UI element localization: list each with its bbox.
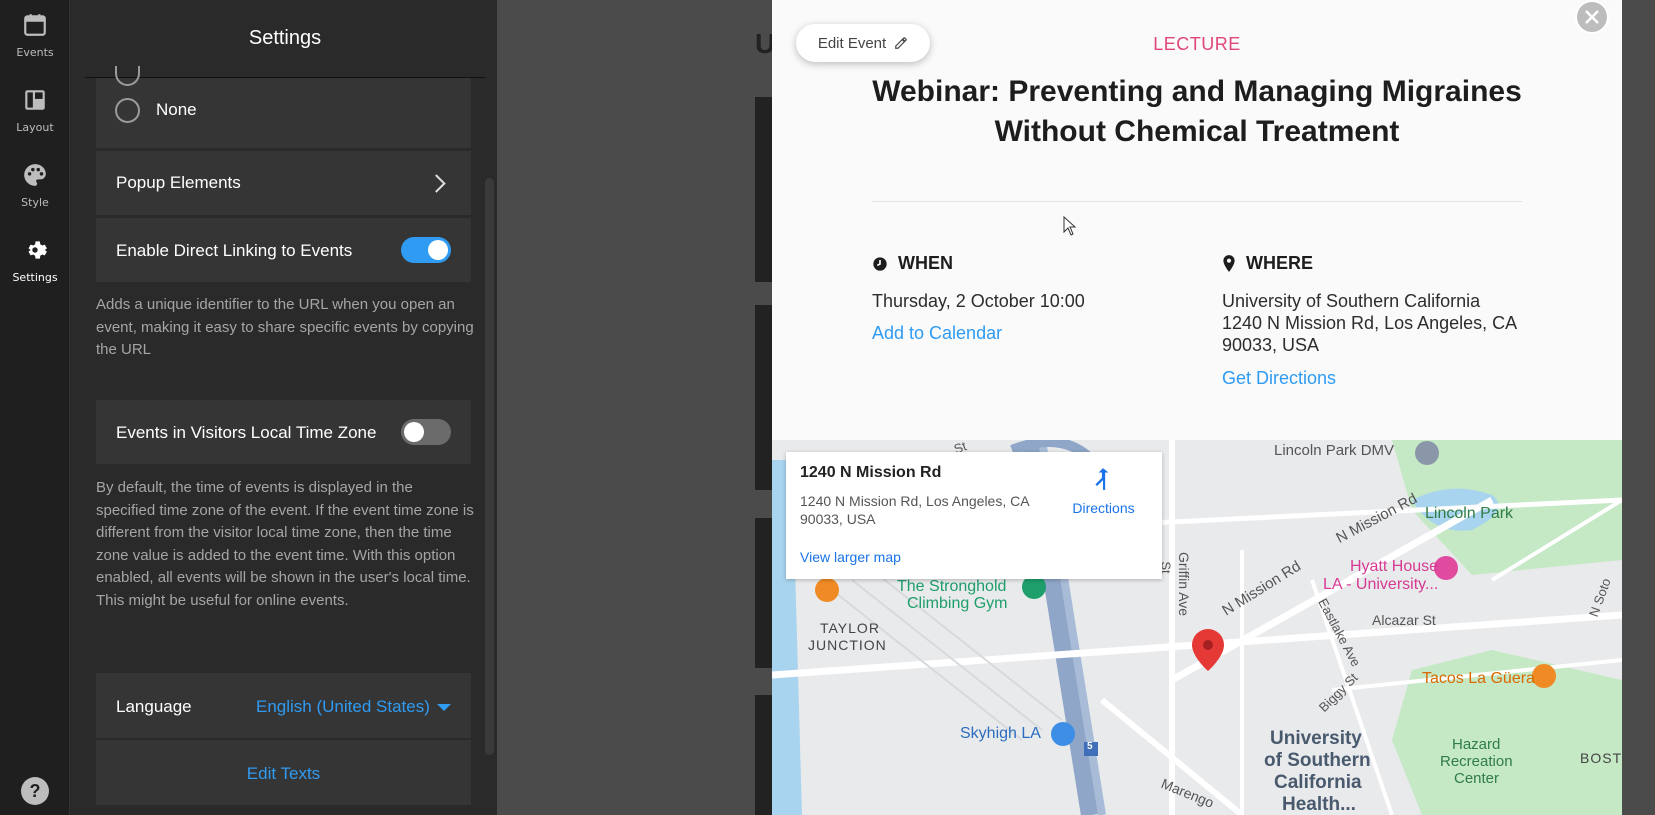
map-label: The Stronghold [897,578,1007,595]
when-heading-text: WHEN [898,253,953,273]
directions-icon [1095,468,1109,490]
edit-texts-link[interactable]: Edit Texts [96,764,471,784]
map-label: Recreation [1440,753,1513,770]
map-label: Alcazar St [1372,612,1436,628]
map-label: JUNCTION [808,637,887,653]
event-address: 1240 N Mission Rd, Los Angeles, CA 90033… [1222,313,1517,355]
language-select[interactable]: English (United States) [256,697,430,717]
event-popup: Edit Event LECTURE Webinar: Preventing a… [772,0,1622,815]
chevron-down-icon [437,704,451,711]
popup-elements-row[interactable]: Popup Elements [96,151,471,215]
map-label: California [1274,772,1362,793]
map-label: Lincoln Park [1425,505,1514,522]
directions-label: Directions [1072,500,1135,516]
view-larger-map-link[interactable]: View larger map [800,549,901,565]
help-icon[interactable]: ? [21,777,49,805]
event-datetime: Thursday, 2 October 10:00 [872,291,1085,311]
event-venue: University of Southern California [1222,291,1481,311]
rail-item-layout[interactable]: Layout [0,75,70,145]
rail-item-settings[interactable]: Settings [0,225,70,295]
add-to-calendar-link[interactable]: Add to Calendar [872,323,1002,344]
event-category: LECTURE [1153,34,1241,54]
local-time-zone-toggle[interactable] [401,419,451,445]
edit-texts-row: Edit Texts [96,740,471,805]
map-label: Health... [1282,794,1356,815]
event-title: Webinar: Preventing and Managing Migrain… [872,75,1522,148]
rail-item-events[interactable]: Events [0,0,70,70]
divider [872,201,1522,202]
where-heading: WHERE [1222,253,1313,274]
layout-icon [25,90,45,110]
language-row: Language English (United States) [96,673,471,738]
direct-linking-label: Enable Direct Linking to Events [116,241,353,260]
map-label: BOST [1580,750,1622,766]
direct-linking-description: Adds a unique identifier to the URL when… [96,296,474,358]
direct-linking-row: Enable Direct Linking to Events [96,218,471,282]
radio-partial[interactable] [115,66,140,86]
calendar-icon [24,14,46,36]
location-pin-icon [1223,255,1235,272]
rail-item-style[interactable]: Style [0,150,70,220]
map-label: Griffin Ave [1176,551,1193,617]
rail-label: Style [21,196,49,209]
map-label: Climbing Gym [907,595,1008,612]
rail-label: Settings [12,271,58,284]
map-label: Hazard [1452,736,1501,753]
direct-linking-toggle[interactable] [401,237,451,263]
close-icon [1585,10,1599,24]
map-label: of Southern [1264,750,1371,771]
map-label: LA - University... [1323,576,1439,593]
left-nav-rail: Events Layout Style Settings ? [0,0,70,815]
mouse-cursor-icon [1063,216,1077,236]
embedded-map[interactable]: Lincoln Park DMV Lincoln Park N Mission … [772,440,1622,815]
rail-label: Events [16,46,54,59]
local-time-zone-row: Events in Visitors Local Time Zone [96,400,471,464]
rail-label: Layout [16,121,54,134]
popup-elements-label: Popup Elements [116,173,241,192]
map-label: Skyhigh LA [960,725,1041,742]
map-label: University [1270,728,1362,749]
when-heading: WHEN [872,253,953,274]
map-label: Center [1454,770,1500,787]
language-label: Language [116,697,192,716]
palette-icon [24,164,46,186]
radio-none-label: None [156,100,197,119]
radio-none[interactable] [115,98,140,123]
panel-title: Settings [85,0,485,78]
map-directions-button[interactable]: Directions [1056,464,1151,524]
map-label: 5 [1087,741,1093,752]
map-label: TAYLOR [820,620,880,636]
map-card-title: 1240 N Mission Rd [800,464,942,481]
local-time-zone-label: Events in Visitors Local Time Zone [116,423,377,442]
map-card-address: 1240 N Mission Rd, Los Angeles, CA 90033… [800,493,1029,527]
settings-scrollbar[interactable] [485,178,494,755]
map-label: Tacos La Güera [1422,670,1535,687]
close-popup-button[interactable] [1575,0,1609,34]
clock-icon [873,256,887,271]
map-label: Hyatt House [1350,558,1439,575]
where-heading-text: WHERE [1246,253,1313,273]
map-info-card: 1240 N Mission Rd 1240 N Mission Rd, Los… [786,452,1162,579]
map-label: Lincoln Park DMV [1274,442,1395,459]
gear-icon [28,241,47,259]
get-directions-link[interactable]: Get Directions [1222,368,1336,389]
radio-option-card: None [96,66,471,148]
chevron-right-icon [427,174,446,193]
local-time-zone-description: By default, the time of events is displa… [96,479,474,609]
